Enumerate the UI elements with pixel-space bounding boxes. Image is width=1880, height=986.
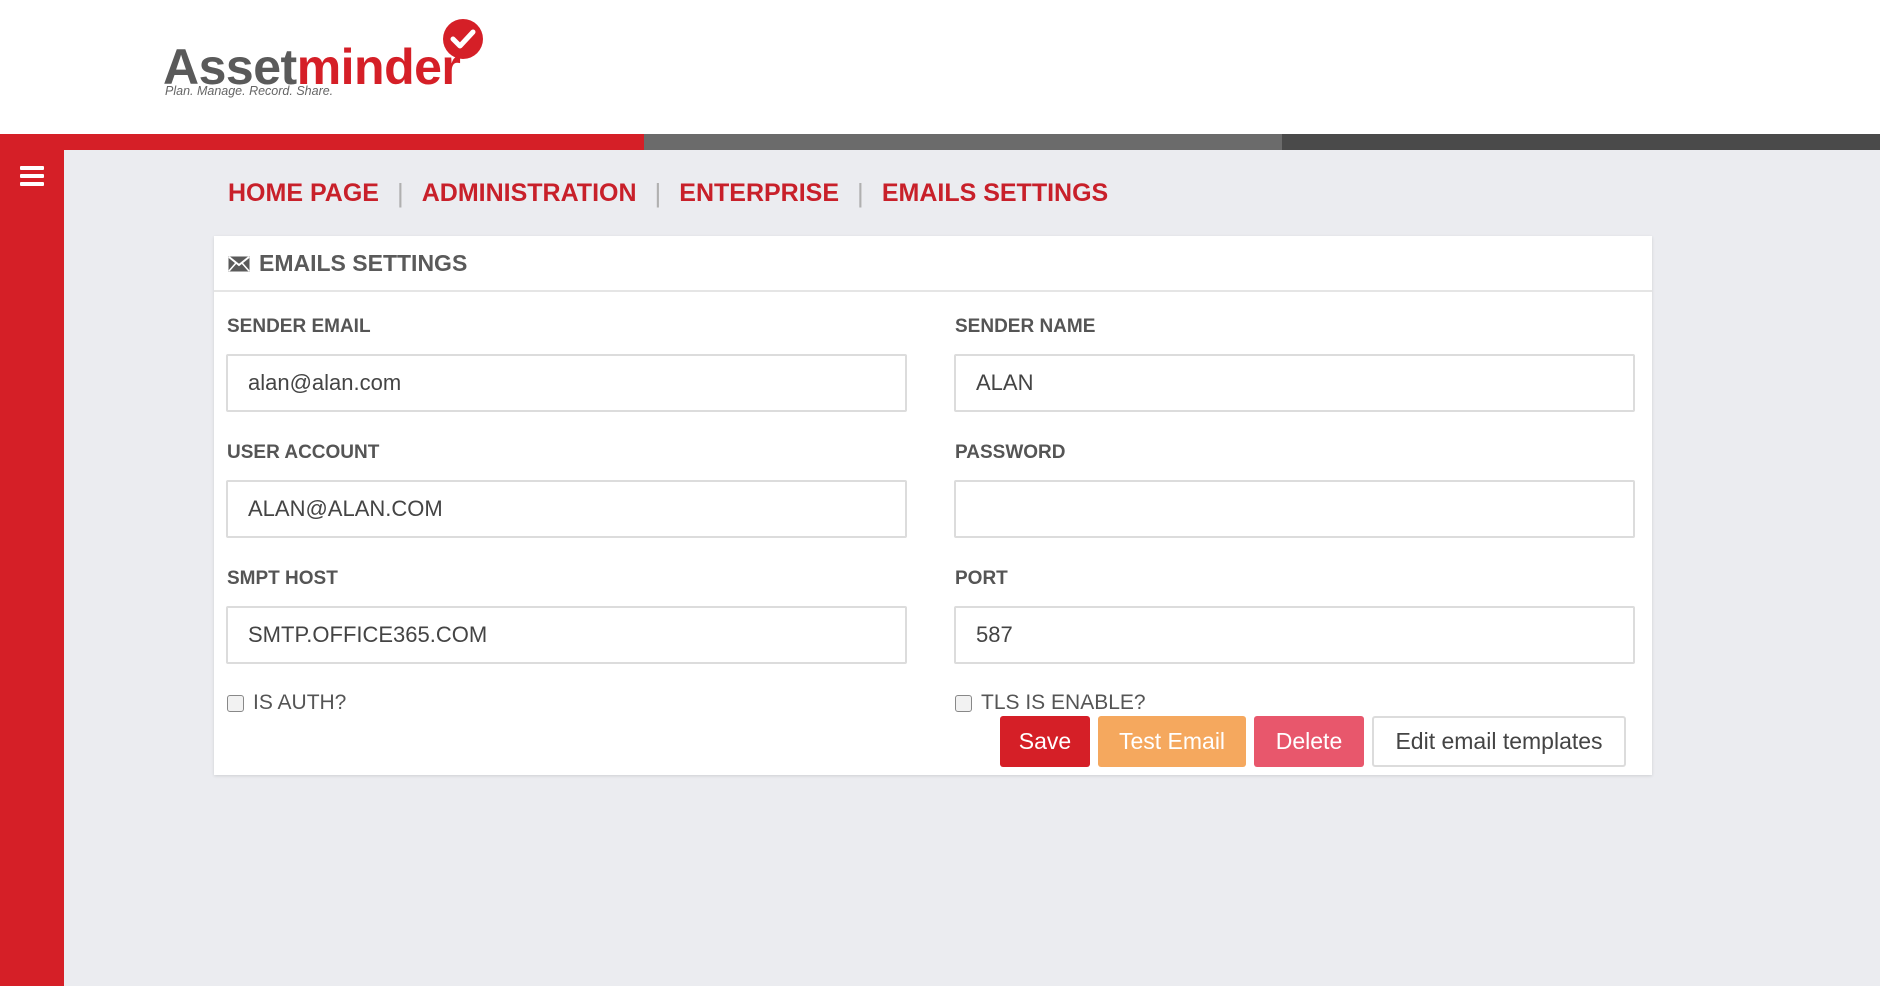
breadcrumb-emails-settings[interactable]: EMAILS SETTINGS <box>882 179 1108 208</box>
sender-email-input[interactable] <box>226 354 907 412</box>
password-input[interactable] <box>954 480 1635 538</box>
password-label: PASSWORD <box>955 442 1066 463</box>
port-label: PORT <box>955 568 1008 589</box>
panel-header: EMAILS SETTINGS <box>214 236 1652 292</box>
breadcrumb-separator: | <box>396 177 404 208</box>
user-account-label: USER ACCOUNT <box>227 442 380 463</box>
test-email-button[interactable]: Test Email <box>1098 716 1246 767</box>
panel-title: EMAILS SETTINGS <box>259 250 468 276</box>
breadcrumb-enterprise[interactable]: ENTERPRISE <box>679 179 839 208</box>
app-header: Assetminder Plan. Manage. Record. Share. <box>0 0 1880 134</box>
sender-email-label: SENDER EMAIL <box>227 316 371 337</box>
edit-email-templates-button[interactable]: Edit email templates <box>1372 716 1626 767</box>
smtp-host-label: SMPT HOST <box>227 568 338 589</box>
header-stripe-gray <box>644 134 1282 150</box>
header-stripe-dark <box>1282 134 1880 150</box>
breadcrumb-administration[interactable]: ADMINISTRATION <box>422 179 637 208</box>
sidebar <box>0 150 64 986</box>
emails-settings-panel: EMAILS SETTINGS SENDER EMAIL SENDER NAME… <box>214 236 1652 775</box>
sender-name-label: SENDER NAME <box>955 316 1096 337</box>
smtp-host-input[interactable] <box>226 606 907 664</box>
sender-name-input[interactable] <box>954 354 1635 412</box>
tls-enable-checkbox[interactable] <box>955 694 972 712</box>
assetminder-logo[interactable]: Assetminder Plan. Manage. Record. Share. <box>163 18 493 102</box>
envelope-icon <box>228 256 250 272</box>
breadcrumb-home[interactable]: HOME PAGE <box>228 179 379 208</box>
logo-tagline: Plan. Manage. Record. Share. <box>165 84 334 98</box>
breadcrumb-separator: | <box>857 177 864 208</box>
user-account-input[interactable] <box>226 480 907 538</box>
header-stripe-red <box>0 134 644 150</box>
tls-enable-label: TLS IS ENABLE? <box>981 691 1146 714</box>
delete-button[interactable]: Delete <box>1254 716 1364 767</box>
is-auth-checkbox[interactable] <box>227 694 244 712</box>
save-button[interactable]: Save <box>1000 716 1090 767</box>
breadcrumb-separator: | <box>654 177 662 208</box>
is-auth-label: IS AUTH? <box>253 691 347 714</box>
port-input[interactable] <box>954 606 1635 664</box>
breadcrumb: HOME PAGE | ADMINISTRATION | ENTERPRISE … <box>228 176 1108 210</box>
hamburger-menu-icon[interactable] <box>20 166 44 186</box>
tls-enable-option[interactable]: TLS IS ENABLE? <box>955 691 1146 715</box>
checkmark-badge-icon <box>443 19 483 59</box>
is-auth-option[interactable]: IS AUTH? <box>227 691 346 715</box>
